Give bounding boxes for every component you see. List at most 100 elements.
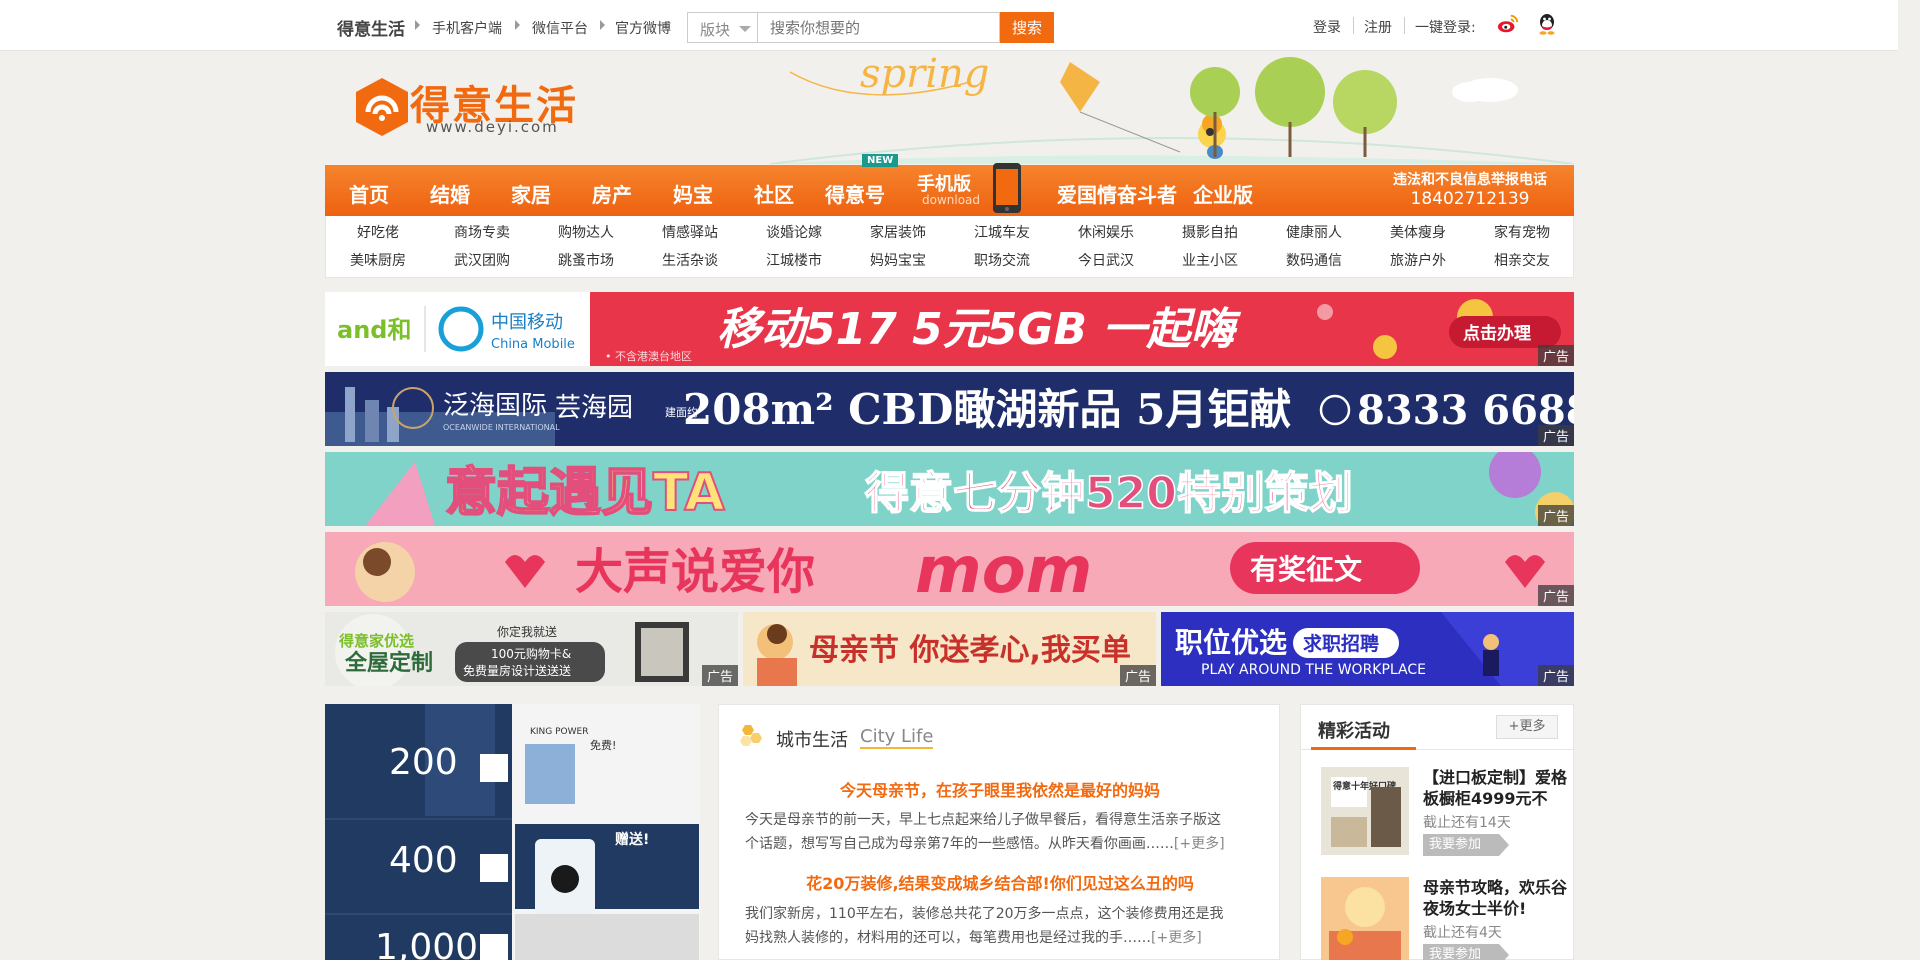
nav-enterprise[interactable]: 企业版 [1193, 179, 1253, 208]
ad-520-special[interactable]: 意起遇见TA 得意七分钟520特别策划 广告 [325, 452, 1574, 526]
divider [1404, 17, 1405, 34]
svg-text:芸海园: 芸海园 [555, 393, 633, 423]
more-link[interactable]: [+更多] [1174, 836, 1225, 852]
ad-mom-essay[interactable]: 大声说爱你 mom 有奖征文 广告 [325, 532, 1574, 606]
top-brand-link[interactable]: 得意生活 [337, 15, 405, 40]
nav-home[interactable]: 首页 [349, 179, 389, 208]
register-link[interactable]: 注册 [1364, 17, 1392, 37]
one-click-login-label: 一键登录: [1415, 20, 1476, 36]
subnav-item[interactable]: 家居装饰 [846, 222, 950, 242]
svg-text:有奖征文: 有奖征文 [1250, 553, 1362, 586]
sub-nav: 好吃佬 商场专卖 购物达人 情感驿站 谈婚论嫁 家居装饰 江城车友 休闲娱乐 摄… [325, 216, 1574, 278]
ad-mothers-day[interactable]: 母亲节 你送孝心,我买单 广告 [743, 612, 1156, 686]
subnav-item[interactable]: 健康丽人 [1262, 222, 1366, 242]
article-excerpt: 我们家新房，110平左右，装修总共花了20万多一点点，这个装修费用还是我 妈找熟… [745, 902, 1255, 950]
svg-text:意起遇见TA: 意起遇见TA [445, 463, 725, 523]
svg-text:得意家优选: 得意家优选 [338, 632, 414, 650]
subnav-item[interactable]: 跳蚤市场 [534, 250, 638, 270]
mobile-client-link[interactable]: 手机客户端 [432, 18, 502, 38]
nav-patriot[interactable]: 爱国情奋斗者 [1057, 179, 1177, 208]
svg-text:KING POWER: KING POWER [530, 727, 588, 737]
nav-real-estate[interactable]: 房产 [592, 179, 632, 208]
subnav-item[interactable]: 江城楼市 [742, 250, 846, 270]
event-thumbnail[interactable]: 得意十年好口碑 [1321, 767, 1409, 855]
search-section-select[interactable]: 版块 [687, 12, 757, 43]
svg-text:求职招聘: 求职招聘 [1303, 632, 1379, 655]
ad-jobs[interactable]: 职位优选 求职招聘 PLAY AROUND THE WORKPLACE 广告 [1161, 612, 1574, 686]
sub-nav-row: 好吃佬 商场专卖 购物达人 情感驿站 谈婚论嫁 家居装饰 江城车友 休闲娱乐 摄… [326, 222, 1575, 246]
nav-deyi-account[interactable]: 得意号 [825, 179, 885, 208]
event-title[interactable]: 【进口板定制】爱格板橱柜4999元不 [1423, 767, 1568, 809]
ad-tag: 广告 [1537, 345, 1574, 366]
qq-icon[interactable] [1537, 12, 1557, 36]
subnav-item[interactable]: 好吃佬 [326, 222, 430, 242]
article-title[interactable]: 今天母亲节，在孩子眼里我依然是最好的妈妈 [719, 777, 1281, 801]
subnav-item[interactable]: 谈婚论嫁 [742, 222, 846, 242]
subnav-item[interactable]: 情感驿站 [638, 222, 742, 242]
nav-community[interactable]: 社区 [754, 179, 794, 208]
event-title[interactable]: 母亲节攻略，欢乐谷夜场女士半价! [1423, 877, 1568, 919]
subnav-item[interactable]: 美体瘦身 [1366, 222, 1470, 242]
subnav-item[interactable]: 妈妈宝宝 [846, 250, 950, 270]
login-link[interactable]: 登录 [1313, 17, 1341, 37]
ad-china-mobile-art: and和 中国移动 China Mobile 移动517 5元5GB 一起嗨 点… [325, 292, 1574, 366]
city-life-panel: 城市生活 City Life 今天母亲节，在孩子眼里我依然是最好的妈妈 今天是母… [718, 704, 1280, 960]
honeycomb-icon [740, 725, 762, 746]
events-title: 精彩活动 [1318, 721, 1390, 742]
subnav-item[interactable]: 今日武汉 [1054, 250, 1158, 270]
ad-china-mobile[interactable]: and和 中国移动 China Mobile 移动517 5元5GB 一起嗨 点… [325, 292, 1574, 366]
nav-wedding[interactable]: 结婚 [430, 179, 470, 208]
svg-text:你定我就送: 你定我就送 [497, 624, 557, 639]
article-excerpt-text: 妈找熟人装修的，材料用的还可以，每笔费用也是经过我的手…… [745, 930, 1151, 946]
subnav-item[interactable]: 职场交流 [950, 250, 1054, 270]
article-excerpt-line: 我们家新房，110平左右，装修总共花了20万多一点点，这个装修费用还是我 [745, 906, 1224, 922]
subnav-item[interactable]: 数码通信 [1262, 250, 1366, 270]
subnav-item[interactable]: 生活杂谈 [638, 250, 742, 270]
join-button[interactable]: 我要参加 [1423, 834, 1509, 856]
report-phone: 18402712139 [1410, 189, 1530, 209]
search-button[interactable]: 搜索 [1000, 12, 1054, 43]
svg-text:点击办理: 点击办理 [1463, 323, 1531, 344]
subnav-item[interactable]: 武汉团购 [430, 250, 534, 270]
subnav-item[interactable]: 家有宠物 [1470, 222, 1574, 242]
join-button[interactable]: 我要参加 [1423, 944, 1509, 960]
wechat-platform-link[interactable]: 微信平台 [532, 18, 588, 38]
ad-custom-furniture[interactable]: 得意家优选 全屋定制 你定我就送 100元购物卡& 免费量房设计送送送 广告 [325, 612, 738, 686]
search-section-value: 版块 [700, 21, 731, 39]
chevron-right-icon [515, 20, 520, 30]
subnav-item[interactable]: 旅游户外 [1366, 250, 1470, 270]
svg-text:得意七分钟520特别策划: 得意七分钟520特别策划 [864, 468, 1353, 519]
feature-promo-image[interactable]: 200 400 1,000 KING POWER 免费! 赠送! [325, 704, 700, 960]
sub-nav-row: 美味厨房 武汉团购 跳蚤市场 生活杂谈 江城楼市 妈妈宝宝 职场交流 今日武汉 … [326, 250, 1575, 274]
event-thumbnail[interactable] [1321, 877, 1409, 960]
ad-oceanwide[interactable]: 泛海国际 OCEANWIDE INTERNATIONAL 芸海园 建面约 208… [325, 372, 1574, 446]
feature-promo-art: 200 400 1,000 KING POWER 免费! 赠送! [325, 704, 700, 960]
nav-home-decor[interactable]: 家居 [511, 179, 551, 208]
subnav-item[interactable]: 休闲娱乐 [1054, 222, 1158, 242]
ad-tag: 广告 [1119, 665, 1156, 686]
article-title[interactable]: 花20万装修,结果变成城乡结合部!你们见过这么丑的吗 [719, 870, 1281, 894]
nav-baby[interactable]: 妈宝 [673, 179, 713, 208]
ad-tag: 广告 [1537, 425, 1574, 446]
svg-text:免费量房设计送送送: 免费量房设计送送送 [463, 663, 571, 678]
subnav-item[interactable]: 相亲交友 [1470, 250, 1574, 270]
more-link[interactable]: [+更多] [1151, 930, 1202, 946]
subnav-item[interactable]: 江城车友 [950, 222, 1054, 242]
deyi-logo-icon[interactable] [352, 74, 412, 144]
subnav-item[interactable]: 美味厨房 [326, 250, 430, 270]
search-input[interactable] [757, 12, 1000, 43]
weibo-icon[interactable] [1497, 13, 1519, 35]
subnav-item[interactable]: 摄影自拍 [1158, 222, 1262, 242]
top-bar-inner: 得意生活 手机客户端 微信平台 官方微博 版块 搜索 登录 注册 一键登录: [325, 0, 1575, 51]
events-panel: 精彩活动 +更多 得意十年好口碑 【进口板定制】爱格板橱柜4999元不 截止还有… [1300, 704, 1575, 960]
event-deadline: 截止还有4天 [1423, 925, 1502, 941]
ad-jobs-art: 职位优选 求职招聘 PLAY AROUND THE WORKPLACE [1161, 612, 1574, 686]
events-more-button[interactable]: +更多 [1496, 715, 1558, 739]
subnav-item[interactable]: 购物达人 [534, 222, 638, 242]
svg-text:200: 200 [389, 742, 458, 783]
subnav-item[interactable]: 业主小区 [1158, 250, 1262, 270]
official-weibo-link[interactable]: 官方微博 [615, 18, 671, 38]
subnav-item[interactable]: 商场专卖 [430, 222, 534, 242]
svg-text:• 不含港澳台地区: • 不含港澳台地区 [605, 349, 692, 363]
svg-text:mom: mom [915, 534, 1092, 606]
